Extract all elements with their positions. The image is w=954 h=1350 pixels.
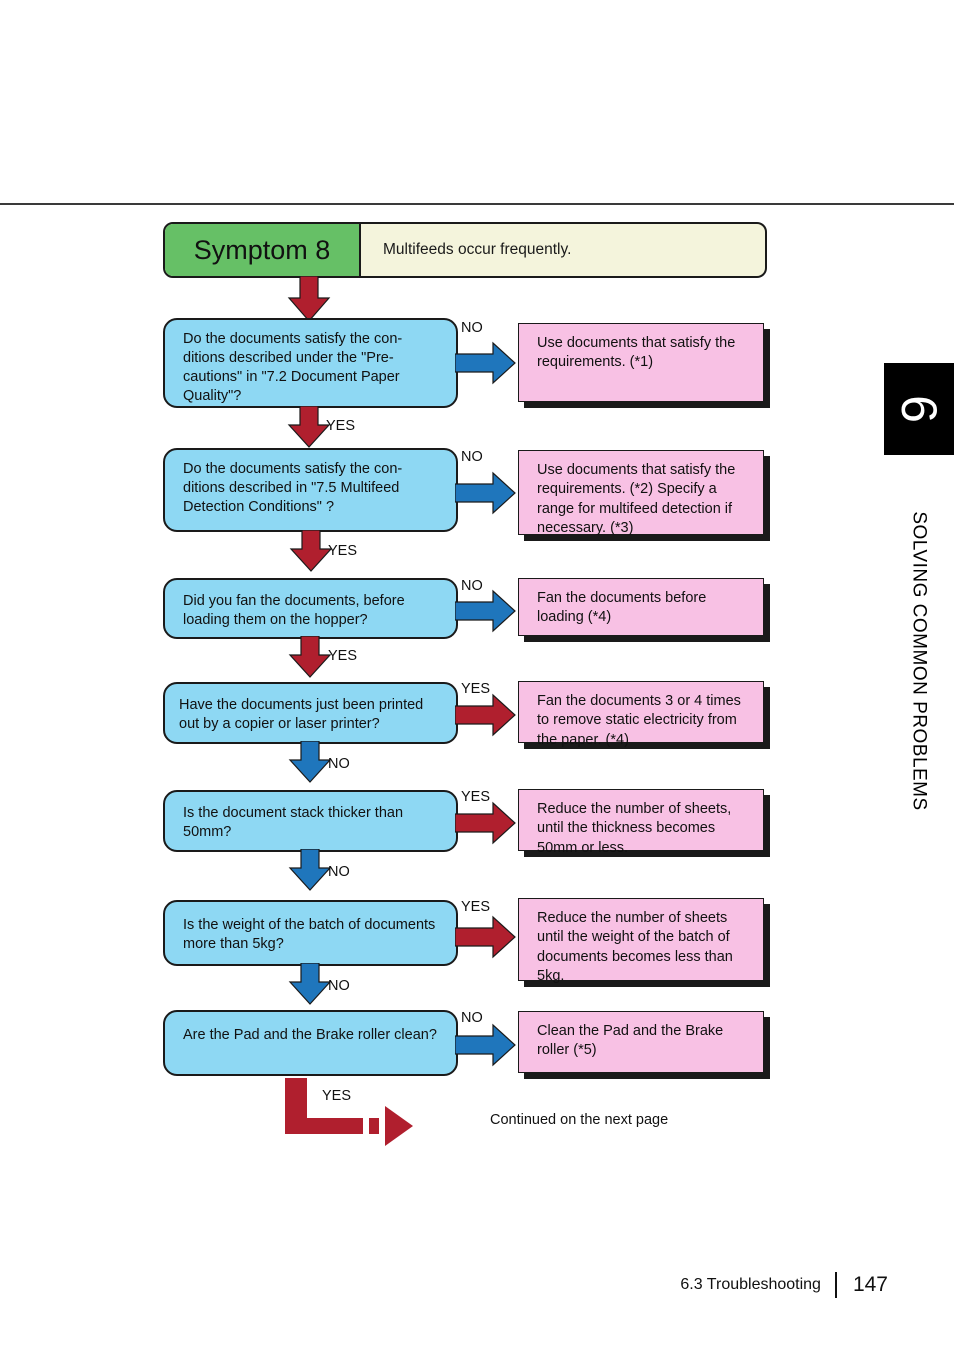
question-box-5: Is the document stack thicker than 50mm? (163, 790, 458, 852)
flow-arrow-7-side (455, 1023, 517, 1067)
footer-page-number: 147 (852, 1273, 888, 1296)
chapter-title-vertical: SOLVING COMMON PROBLEMS (884, 470, 954, 870)
branch-label-1-down: YES (326, 418, 356, 434)
flow-arrow-4-side (455, 693, 517, 737)
footer-section-label: 6.3 Troubleshooting (680, 1276, 821, 1293)
flow-arrow-6-down (288, 963, 332, 1005)
flow-arrow-1-down (287, 406, 331, 448)
branch-label-1-side: NO (461, 320, 483, 336)
branch-label-4-down: NO (328, 756, 350, 772)
answer-box-5: Reduce the number of sheets, until the t… (518, 789, 764, 856)
flow-arrow-3-down (288, 636, 332, 678)
page-top-rule (0, 203, 954, 205)
flow-arrow-4-down (288, 741, 332, 783)
flow-arrow-1-side (455, 341, 517, 385)
question-box-2: Do the documents satisfy the con-ditions… (163, 448, 458, 532)
question-box-4: Have the documents just been printed out… (163, 682, 458, 744)
flow-arrow-2-down (289, 530, 333, 572)
answer-box-3: Fan the documents before loading (*4) (518, 578, 764, 636)
chapter-title-text: SOLVING COMMON PROBLEMS (909, 511, 931, 811)
question-box-3: Did you fan the documents, before loadin… (163, 578, 458, 639)
continued-next-page-label: Continued on the next page (490, 1112, 669, 1128)
answer-box-6: Reduce the number of sheets until the we… (518, 898, 764, 984)
branch-label-5-down: NO (328, 864, 350, 880)
flow-arrow-5-side (455, 801, 517, 845)
page-footer: 6.3 Troubleshooting 147 (0, 1272, 888, 1298)
symptom-description: Multifeeds occur frequently. (383, 241, 572, 258)
answer-box-2: Use documents that satisfy the requireme… (518, 450, 764, 536)
branch-label-2-side: NO (461, 449, 483, 465)
answer-box-4: Fan the documents 3 or 4 times to remove… (518, 681, 764, 748)
branch-label-3-down: YES (328, 648, 358, 664)
flow-arrow-continued (285, 1078, 485, 1148)
question-box-1: Do the documents satisfy the con-ditions… (163, 318, 458, 408)
question-box-6: Is the weight of the batch of documents … (163, 900, 458, 966)
answer-box-1: Use documents that satisfy the requireme… (518, 323, 764, 402)
answer-box-7: Clean the Pad and the Brake roller (*5) (518, 1011, 764, 1073)
question-box-7: Are the Pad and the Brake roller clean? (163, 1010, 458, 1076)
branch-label-6-side: YES (461, 899, 491, 915)
chapter-number-tab: 6 (884, 363, 954, 455)
flow-arrow-3-side (455, 589, 517, 633)
symptom-tag: Symptom 8 (165, 224, 361, 276)
chapter-number: 6 (891, 395, 947, 423)
flow-arrow-6-side (455, 915, 517, 959)
flow-arrow-2-side (455, 471, 517, 515)
branch-label-6-down: NO (328, 978, 350, 994)
flow-arrow-header-down (287, 276, 331, 322)
flow-arrow-5-down (288, 849, 332, 891)
branch-label-7-down: YES (322, 1088, 352, 1104)
branch-label-2-down: YES (328, 543, 358, 559)
symptom-header: Symptom 8 Multifeeds occur frequently. (163, 222, 767, 278)
